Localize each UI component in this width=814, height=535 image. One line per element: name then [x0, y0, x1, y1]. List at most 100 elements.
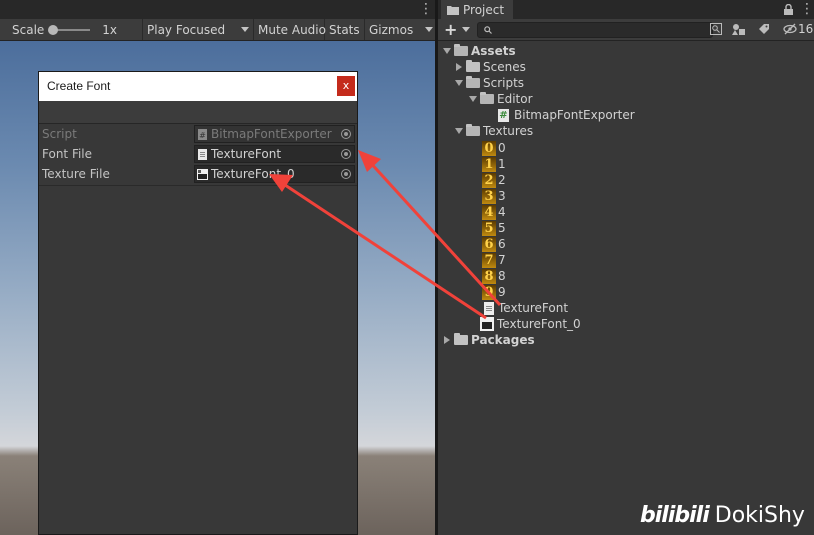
tree-label: 9	[498, 285, 506, 299]
expand-arrow-icon[interactable]	[454, 126, 464, 136]
tree-label: 6	[498, 237, 506, 251]
folder-icon	[466, 60, 480, 72]
tree-item-textures[interactable]: Textures	[454, 123, 533, 139]
object-picker-icon[interactable]	[341, 149, 351, 159]
play-mode-label: Play Focused	[147, 22, 226, 37]
lock-icon[interactable]	[784, 4, 793, 15]
csharp-script-icon: #	[498, 108, 509, 122]
tree-label: TextureFont	[498, 301, 569, 315]
tree-label: 5	[498, 221, 506, 235]
tab-project[interactable]: Project	[441, 0, 513, 19]
play-mode-dropdown[interactable]: Play Focused	[143, 19, 254, 40]
tree-item-texturefont-0[interactable]: TextureFont_0	[480, 316, 581, 332]
field-label: Font File	[42, 147, 93, 161]
project-toolbar: + 16	[438, 19, 814, 41]
tree-item-digit[interactable]: 33	[482, 188, 506, 204]
expand-arrow-icon[interactable]	[454, 78, 464, 88]
tree-label: 8	[498, 269, 506, 283]
texture-file-field-row: Texture File TextureFont_0	[39, 164, 357, 184]
project-tab-bar: Project ⋮	[438, 0, 814, 19]
tree-label: Textures	[483, 124, 534, 138]
tag-icon[interactable]	[758, 23, 770, 35]
font-file-object-field[interactable]: TextureFont	[194, 145, 355, 163]
stats-label: Stats	[329, 22, 360, 37]
chevron-down-icon[interactable]	[462, 27, 470, 32]
tree-item-digit[interactable]: 99	[482, 284, 506, 300]
tree-item-digit[interactable]: 11	[482, 156, 506, 172]
mute-audio-label: Mute Audio	[258, 22, 326, 37]
scale-value: 1x	[102, 22, 118, 37]
field-value: TextureFont	[211, 147, 282, 161]
stats-toggle[interactable]: Stats	[325, 19, 365, 40]
gizmos-label: Gizmos	[369, 22, 414, 37]
digit-sprite-icon: 6	[482, 236, 496, 252]
digit-sprite-icon: 1	[482, 156, 496, 172]
create-font-window: Create Font x Script # BitmapFontExporte…	[38, 71, 358, 535]
tree-item-scenes[interactable]: Scenes	[454, 59, 526, 75]
search-by-type-icon[interactable]	[710, 23, 722, 35]
mute-audio-toggle[interactable]: Mute Audio	[254, 19, 326, 40]
expand-arrow-icon[interactable]	[442, 46, 452, 56]
bilibili-logo: bilibili	[640, 503, 710, 528]
scale-slider[interactable]	[48, 24, 91, 35]
tree-item-assets[interactable]: Assets	[442, 43, 516, 59]
add-asset-button[interactable]: +	[444, 20, 457, 39]
font-file-field-row: Font File TextureFont	[39, 144, 357, 164]
tree-item-digit[interactable]: 88	[482, 268, 506, 284]
object-picker-icon[interactable]	[341, 169, 351, 179]
scale-slider-thumb[interactable]	[48, 24, 59, 35]
window-title: Create Font	[47, 79, 111, 93]
digit-sprite-icon: 5	[482, 220, 496, 236]
window-header-strip	[39, 101, 357, 124]
watermark-author: DokiShy	[714, 503, 805, 528]
tree-item-digit[interactable]: 22	[482, 172, 506, 188]
expand-arrow-icon[interactable]	[468, 94, 478, 104]
tree-item-texturefont[interactable]: TextureFont	[482, 300, 568, 316]
tree-item-digit[interactable]: 00	[482, 140, 506, 156]
scale-label: Scale	[12, 22, 45, 37]
hidden-packages-icon[interactable]	[783, 23, 797, 35]
game-tab-bar: ⋮	[0, 0, 435, 19]
create-font-titlebar[interactable]: Create Font x	[39, 72, 357, 101]
tab-label: Project	[463, 2, 505, 17]
more-options-icon[interactable]: ⋮	[419, 2, 433, 16]
object-picker-icon	[341, 129, 351, 139]
collapse-arrow-icon[interactable]	[442, 335, 452, 345]
folder-open-icon	[466, 76, 480, 88]
gizmos-dropdown[interactable]: Gizmos	[365, 19, 435, 40]
tree-item-bitmapfontexporter[interactable]: # BitmapFontExporter	[498, 107, 635, 123]
tree-label: 1	[498, 157, 506, 171]
tree-label: 7	[498, 253, 506, 267]
script-field-row: Script # BitmapFontExporter	[39, 124, 357, 144]
filter-by-type-icon[interactable]	[732, 23, 746, 35]
scale-control[interactable]: Scale 1x	[0, 19, 143, 40]
digit-sprite-icon: 2	[482, 172, 496, 188]
text-file-icon	[198, 149, 207, 160]
close-button[interactable]: x	[337, 76, 355, 96]
tree-label: Packages	[471, 333, 535, 347]
game-toolbar: Scale 1x Play Focused Mute Audio Stats G…	[0, 19, 435, 41]
collapse-arrow-icon[interactable]	[454, 62, 464, 72]
tree-label: BitmapFontExporter	[514, 108, 635, 122]
digit-sprite-icon: 7	[482, 252, 496, 268]
tree-label: Assets	[471, 44, 516, 58]
texture-file-object-field[interactable]: TextureFont_0	[194, 165, 355, 183]
tree-item-scripts[interactable]: Scripts	[454, 75, 524, 91]
folder-open-icon	[480, 92, 494, 104]
tree-item-digit[interactable]: 77	[482, 252, 506, 268]
tree-item-packages[interactable]: Packages	[442, 332, 535, 348]
field-value: BitmapFontExporter	[211, 127, 332, 141]
text-file-icon	[484, 301, 494, 315]
tree-label: 0	[498, 141, 506, 155]
tree-item-editor[interactable]: Editor	[468, 91, 533, 107]
more-options-icon[interactable]: ⋮	[800, 2, 814, 16]
tree-item-digit[interactable]: 55	[482, 220, 506, 236]
search-icon	[484, 26, 492, 34]
folder-icon	[454, 333, 468, 345]
tree-item-digit[interactable]: 44	[482, 204, 506, 220]
chevron-down-icon	[241, 27, 249, 32]
tree-item-digit[interactable]: 66	[482, 236, 506, 252]
search-input[interactable]	[477, 22, 713, 38]
tree-label: Scenes	[483, 60, 526, 74]
tree-label: TextureFont_0	[497, 317, 581, 331]
